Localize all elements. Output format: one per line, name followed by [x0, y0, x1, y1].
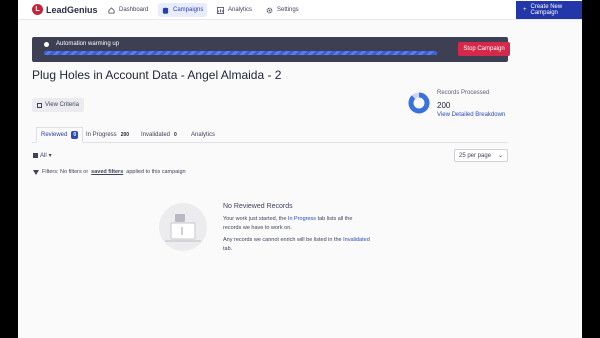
logo[interactable]: L LeadGenius [32, 4, 98, 15]
records-processed-value: 200 [437, 101, 451, 110]
filter-all-dropdown[interactable]: All ▾ [33, 152, 52, 159]
filters-summary: Filters: No filters or saved filters app… [33, 169, 186, 175]
calendar-icon [33, 153, 38, 158]
nav-analytics-label: Analytics [228, 7, 253, 13]
nav-settings-label: Settings [277, 7, 299, 13]
stop-campaign-button[interactable]: Stop Campaign [458, 42, 510, 56]
tab-analytics-label: Analytics [191, 132, 216, 138]
empty-state-illustration [159, 203, 207, 251]
tab-in-progress[interactable]: In Progress 200 [82, 127, 133, 143]
view-criteria-button[interactable]: View Criteria [32, 98, 84, 112]
tab-invalidated-count: 0 [174, 132, 177, 138]
top-nav: L LeadGenius Dashboard Campaigns Analyti… [18, 0, 582, 20]
criteria-icon [37, 102, 42, 108]
page-title: Plug Holes in Account Data - Angel Almai… [32, 68, 282, 82]
status-dot-icon [44, 42, 49, 47]
chart-icon [217, 6, 224, 14]
tab-reviewed-count: 0 [71, 131, 79, 139]
view-detailed-breakdown-link[interactable]: View Detailed Breakdown [437, 112, 505, 118]
tab-analytics[interactable]: Analytics [187, 127, 219, 143]
record-tabs: Reviewed 0 In Progress 200 Invalidated 0… [32, 127, 508, 143]
empty-state-paragraph-2: Any records we cannot enrich will be lis… [223, 236, 393, 254]
nav-analytics[interactable]: Analytics [213, 3, 256, 17]
tab-in-progress-label: In Progress [86, 132, 117, 138]
per-page-select[interactable]: 25 per page ⌄ [454, 149, 508, 162]
filters-prefix: Filters: No filters or [42, 169, 89, 175]
empty-p1-b: tab lists all the [317, 216, 353, 222]
automation-status-text: Automation warming up [56, 41, 120, 47]
home-icon [108, 6, 115, 14]
view-criteria-label: View Criteria [45, 102, 79, 108]
records-processed-label: Records Processed [437, 90, 490, 96]
filters-suffix: applied to this campaign [126, 169, 186, 175]
per-page-value: 25 per page [459, 152, 492, 159]
create-campaign-button[interactable]: + Create New Campaign [516, 1, 582, 19]
empty-state-title: No Reviewed Records [223, 203, 293, 210]
filter-all-label: All [40, 152, 47, 159]
filter-icon [33, 169, 39, 175]
empty-p1-c: records we have to work on. [223, 225, 292, 231]
database-icon [162, 7, 169, 14]
automation-banner: Automation warming up Stop Campaign [32, 37, 510, 62]
caret-down-icon: ▾ [48, 153, 52, 159]
empty-state-paragraph-1: Your work just started, the In Progress … [223, 215, 393, 233]
tab-reviewed-label: Reviewed [41, 132, 68, 138]
saved-filters-link[interactable]: saved filters [91, 169, 123, 175]
automation-progress-fill [44, 51, 437, 55]
tab-invalidated-label: Invalidated [141, 132, 171, 138]
tab-reviewed[interactable]: Reviewed 0 [36, 127, 84, 143]
empty-p2-b: tab. [223, 246, 233, 252]
tab-in-progress-count: 200 [120, 132, 130, 138]
logo-text: LeadGenius [46, 4, 98, 15]
logo-mark: L [32, 4, 43, 15]
empty-inbox-icon [165, 214, 201, 242]
in-progress-link[interactable]: In Progress [288, 216, 316, 222]
chevron-down-icon: ⌄ [497, 153, 503, 159]
records-progress-ring-icon [408, 92, 430, 114]
nav-campaigns[interactable]: Campaigns [158, 3, 208, 17]
empty-p1-a: Your work just started, the [223, 216, 287, 222]
invalidated-link[interactable]: Invalidated [343, 237, 370, 243]
gear-icon [266, 7, 273, 13]
automation-progress-bar [44, 51, 437, 55]
tab-invalidated[interactable]: Invalidated 0 [137, 127, 181, 143]
app-frame: L LeadGenius Dashboard Campaigns Analyti… [18, 0, 582, 338]
nav-campaigns-label: Campaigns [173, 7, 204, 13]
nav-settings[interactable]: Settings [262, 3, 303, 17]
nav-dashboard[interactable]: Dashboard [104, 3, 152, 17]
create-campaign-label: Create New Campaign [530, 4, 563, 16]
plus-icon: + [523, 7, 527, 13]
empty-p2-a: Any records we cannot enrich will be lis… [223, 237, 342, 243]
nav-dashboard-label: Dashboard [119, 7, 149, 13]
